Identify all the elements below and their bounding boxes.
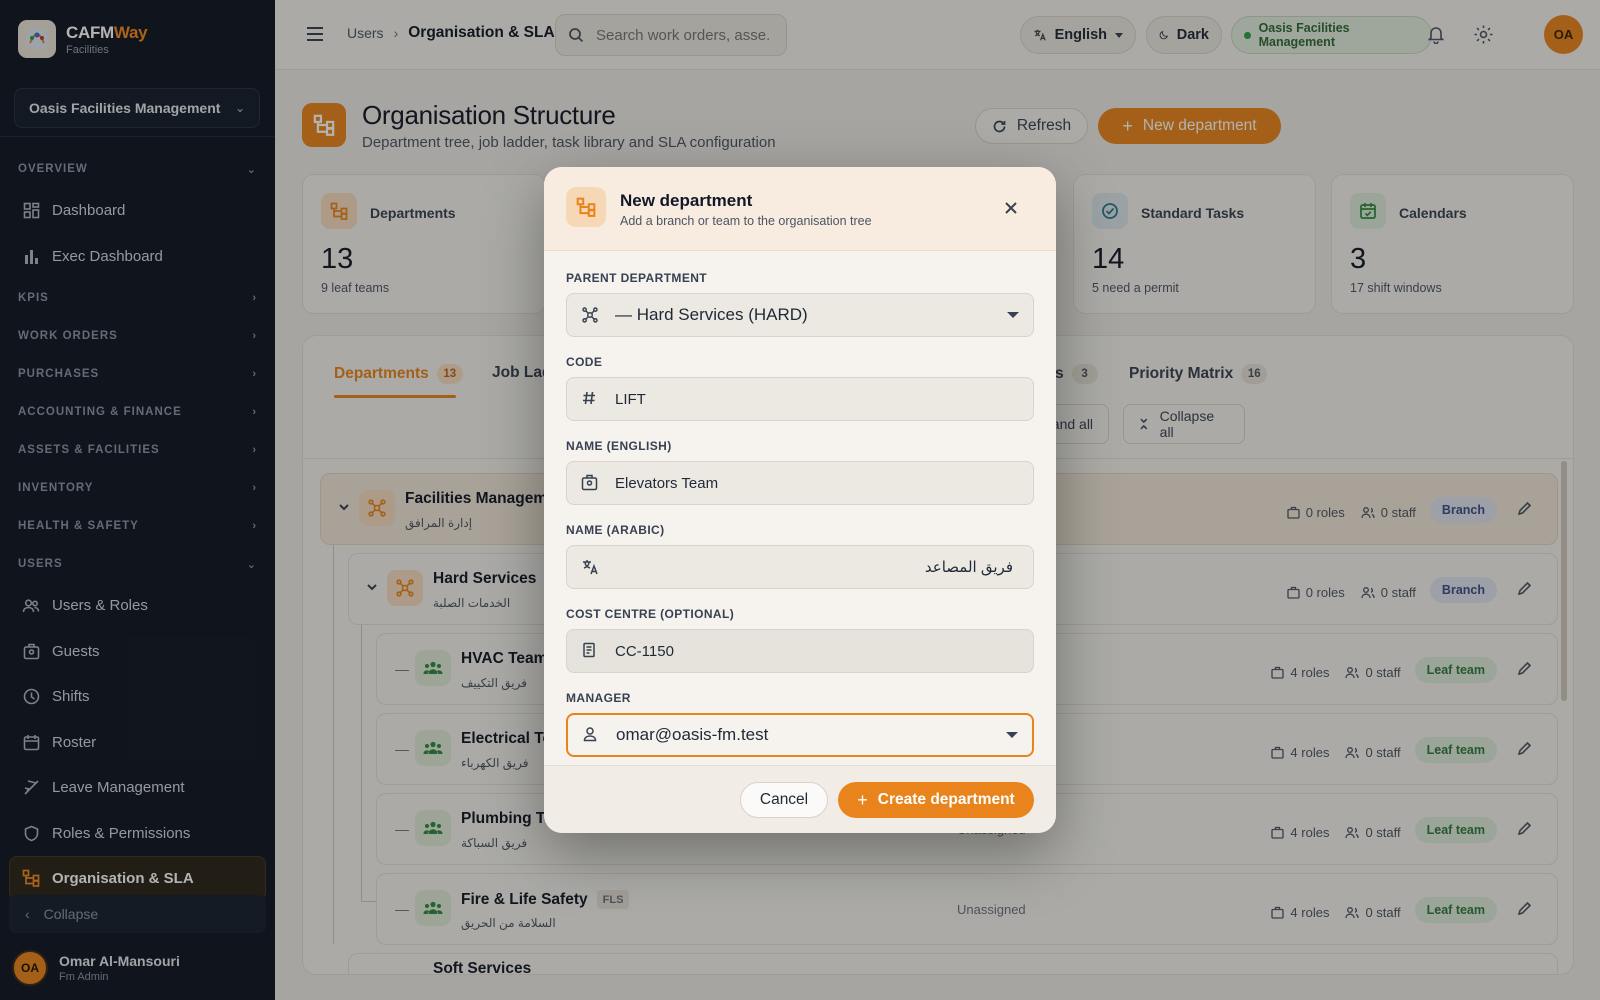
cancel-button[interactable]: Cancel bbox=[740, 782, 828, 818]
manager-value: omar@oasis-fm.test bbox=[616, 725, 769, 744]
hash-icon bbox=[581, 390, 599, 408]
parent-department-value: — Hard Services (HARD) bbox=[615, 305, 808, 324]
code-label: CODE bbox=[566, 355, 603, 369]
cost-centre-value: CC-1150 bbox=[615, 642, 674, 660]
name-arabic-value: فريق المصاعد bbox=[924, 559, 1013, 576]
org-tree-icon bbox=[566, 187, 606, 227]
branch-icon bbox=[581, 306, 599, 324]
name-english-value: Elevators Team bbox=[615, 474, 719, 492]
create-department-label: Create department bbox=[877, 791, 1015, 808]
caret-down-icon bbox=[1007, 312, 1019, 318]
code-field[interactable]: LIFT bbox=[566, 377, 1034, 421]
cost-centre-label: COST CENTRE (OPTIONAL) bbox=[566, 607, 735, 621]
cost-centre-field[interactable]: CC-1150 bbox=[566, 629, 1034, 673]
name-english-field[interactable]: Elevators Team bbox=[566, 461, 1034, 505]
person-icon bbox=[582, 726, 600, 744]
plus-icon: + bbox=[857, 789, 868, 810]
new-department-dialog: New department Add a branch or team to t… bbox=[544, 167, 1056, 833]
modal-subtitle: Add a branch or team to the organisation… bbox=[620, 214, 872, 228]
create-department-button[interactable]: + Create department bbox=[838, 782, 1034, 818]
name-arabic-field[interactable]: فريق المصاعد bbox=[566, 545, 1034, 589]
manager-label: MANAGER bbox=[566, 691, 631, 705]
caret-down-icon bbox=[1006, 732, 1018, 738]
receipt-icon bbox=[581, 642, 599, 660]
name-english-label: NAME (ENGLISH) bbox=[566, 439, 672, 453]
translate-icon bbox=[581, 558, 599, 576]
id-badge-icon bbox=[581, 474, 599, 492]
manager-select[interactable]: omar@oasis-fm.test bbox=[566, 713, 1034, 757]
code-value: LIFT bbox=[615, 390, 646, 408]
close-icon[interactable] bbox=[1004, 201, 1020, 217]
modal-header: New department Add a branch or team to t… bbox=[544, 167, 1056, 251]
name-arabic-label: NAME (ARABIC) bbox=[566, 523, 665, 537]
modal-title: New department bbox=[620, 191, 753, 210]
parent-department-select[interactable]: — Hard Services (HARD) bbox=[566, 293, 1034, 337]
parent-department-label: PARENT DEPARTMENT bbox=[566, 271, 708, 285]
modal-footer: Cancel + Create department bbox=[544, 765, 1056, 833]
